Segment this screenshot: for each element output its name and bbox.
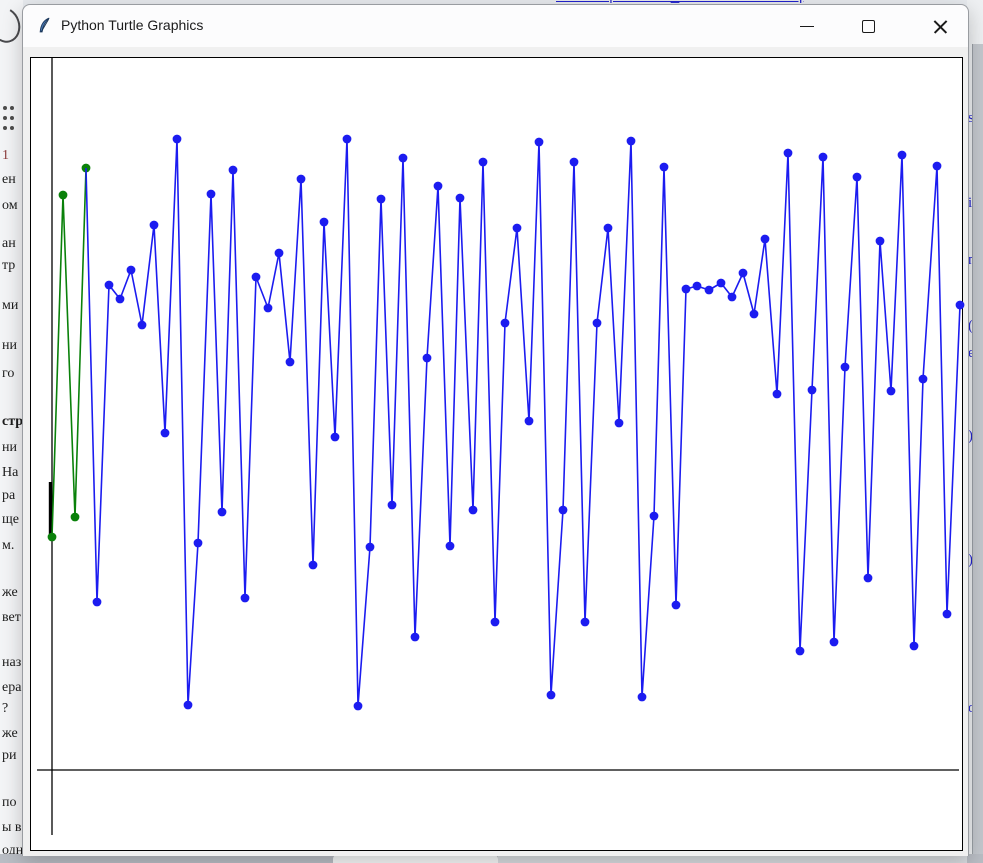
background-logo-fragment xyxy=(0,3,23,47)
text-fragment: ера xyxy=(2,680,21,695)
text-fragment: го xyxy=(2,366,14,381)
maximize-icon xyxy=(862,20,875,33)
turtle-canvas xyxy=(30,57,963,851)
text-fragment: ра xyxy=(2,488,15,503)
text-fragment: стр xyxy=(2,414,23,429)
text-fragment: по xyxy=(2,795,17,810)
text-fragment: наз xyxy=(2,655,21,670)
text-fragment: вет xyxy=(2,610,21,625)
text-fragment: ом xyxy=(2,198,18,213)
text-fragment: ми xyxy=(2,298,18,313)
minimize-icon xyxy=(800,26,814,27)
text-fragment: м. xyxy=(2,538,14,553)
background-left-strip: 1 ен ом ан тр ми ни го стр ни На ра ще м. же вет наз ера?… xyxy=(0,0,23,863)
text-fragment: ? xyxy=(2,701,8,716)
text-fragment: ы в xyxy=(2,820,22,835)
text-fragment: На xyxy=(2,465,18,480)
maximize-button[interactable] xyxy=(846,9,890,43)
text-fragment: ни xyxy=(2,440,17,455)
close-icon xyxy=(932,18,949,35)
text-fragment: 1 xyxy=(2,148,9,163)
text-fragment: ан xyxy=(2,236,16,251)
minimize-button[interactable] xyxy=(785,9,829,43)
text-fragment: же xyxy=(2,726,18,741)
text-fragment: ще xyxy=(2,512,19,527)
close-button[interactable] xyxy=(918,9,962,43)
text-fragment: ри xyxy=(2,748,17,763)
text-fragment: тр xyxy=(2,258,15,273)
bottom-strip-highlight xyxy=(333,855,498,863)
text-fragment: ни xyxy=(2,338,17,353)
title-bar[interactable]: Python Turtle Graphics xyxy=(23,5,968,47)
grip-dots-icon xyxy=(3,106,7,110)
text-fragment: же xyxy=(2,585,18,600)
window-title: Python Turtle Graphics xyxy=(61,17,203,33)
tk-feather-icon xyxy=(37,17,54,34)
text-fragment: ен xyxy=(2,172,16,187)
turtle-graphics-window: Python Turtle Graphics xyxy=(22,4,969,856)
background-scrollbar[interactable] xyxy=(972,44,983,863)
